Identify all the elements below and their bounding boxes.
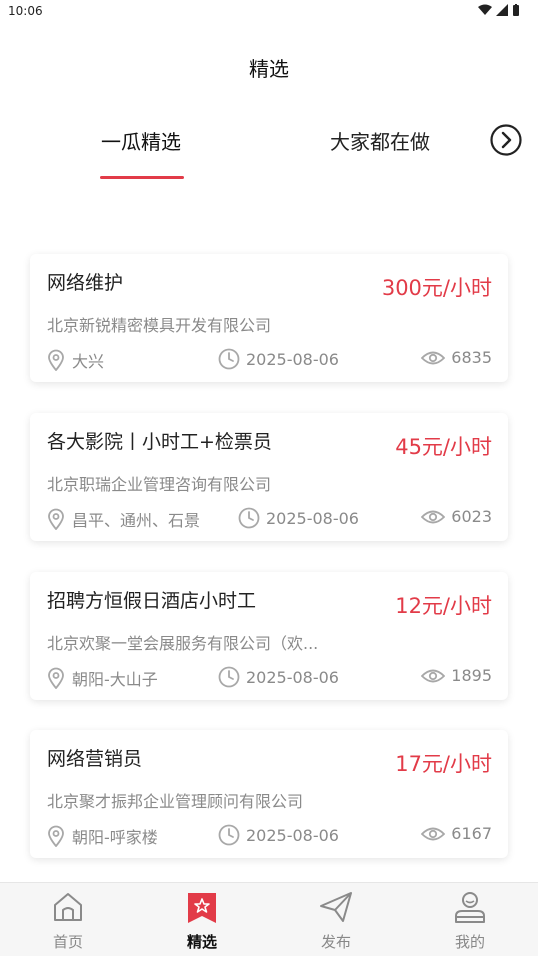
bottom-nav: 首页 精选 发布 我的 bbox=[0, 882, 538, 956]
job-date-text: 2025-08-06 bbox=[246, 825, 339, 845]
job-location-text: 朝阳-大山子 bbox=[72, 670, 158, 689]
job-title: 各大影院丨小时工+检票员 bbox=[47, 431, 272, 453]
job-views: 6835 bbox=[421, 348, 492, 367]
job-location: 昌平、通州、石景 bbox=[46, 507, 200, 531]
job-title: 网络营销员 bbox=[47, 748, 143, 770]
job-card[interactable]: 网络营销员 17元/小时 北京聚才振邦企业管理顾问有限公司 朝阳-呼家楼 202… bbox=[30, 730, 508, 858]
eye-icon bbox=[421, 827, 446, 840]
job-date: 2025-08-06 bbox=[218, 666, 339, 688]
job-views-text: 6835 bbox=[451, 348, 492, 367]
nav-home[interactable]: 首页 bbox=[28, 889, 108, 952]
job-price: 300元/小时 bbox=[381, 276, 492, 300]
location-icon bbox=[48, 508, 64, 530]
nav-featured[interactable]: 精选 bbox=[162, 889, 242, 952]
clock-icon bbox=[218, 666, 240, 688]
job-date: 2025-08-06 bbox=[218, 348, 339, 370]
eye-icon bbox=[421, 669, 446, 682]
job-location: 朝阳-呼家楼 bbox=[46, 824, 158, 848]
signal-icon bbox=[496, 4, 508, 16]
location-icon bbox=[48, 825, 64, 847]
job-location: 大兴 bbox=[46, 348, 104, 372]
battery-icon bbox=[513, 4, 519, 16]
job-location: 朝阳-大山子 bbox=[46, 666, 158, 690]
job-card[interactable]: 各大影院丨小时工+检票员 45元/小时 北京职瑞企业管理咨询有限公司 昌平、通州… bbox=[30, 413, 508, 541]
job-company: 北京聚才振邦企业管理顾问有限公司 bbox=[47, 792, 304, 811]
job-price: 45元/小时 bbox=[395, 435, 492, 459]
job-views-text: 6167 bbox=[451, 824, 492, 843]
tab-bar: 一瓜精选 大家都在做 bbox=[0, 104, 538, 184]
job-company: 北京新锐精密模具开发有限公司 bbox=[47, 316, 272, 335]
job-title: 招聘方恒假日酒店小时工 bbox=[47, 590, 257, 612]
clock-icon bbox=[218, 348, 240, 370]
nav-featured-label: 精选 bbox=[186, 933, 217, 951]
job-views: 6023 bbox=[421, 507, 492, 526]
job-date: 2025-08-06 bbox=[238, 507, 359, 529]
job-date-text: 2025-08-06 bbox=[266, 508, 359, 528]
page-title: 精选 bbox=[249, 57, 289, 81]
clock-icon bbox=[238, 507, 260, 529]
active-tab-indicator bbox=[100, 176, 184, 179]
job-location-text: 大兴 bbox=[72, 352, 105, 371]
job-card[interactable]: 招聘方恒假日酒店小时工 12元/小时 北京欢聚一堂会展服务有限公司（欢... 朝… bbox=[30, 572, 508, 700]
job-title: 网络维护 bbox=[47, 272, 124, 294]
status-icons bbox=[478, 4, 520, 16]
nav-home-label: 首页 bbox=[52, 933, 83, 951]
send-icon bbox=[320, 892, 352, 922]
tab-popular[interactable]: 大家都在做 bbox=[330, 126, 430, 155]
tab-featured[interactable]: 一瓜精选 bbox=[101, 126, 181, 155]
nav-post-label: 发布 bbox=[320, 933, 351, 951]
nav-mine-label: 我的 bbox=[454, 933, 485, 951]
job-date: 2025-08-06 bbox=[218, 824, 339, 846]
job-views-text: 1895 bbox=[451, 666, 492, 685]
home-icon bbox=[54, 893, 82, 921]
eye-icon bbox=[421, 510, 446, 523]
job-date-text: 2025-08-06 bbox=[246, 349, 339, 369]
status-bar: 10:06 bbox=[0, 0, 538, 24]
job-company: 北京职瑞企业管理咨询有限公司 bbox=[47, 475, 272, 494]
job-list: 网络维护 300元/小时 北京新锐精密模具开发有限公司 大兴 2025-08-0… bbox=[0, 184, 538, 882]
job-price: 12元/小时 bbox=[395, 594, 492, 618]
job-card[interactable]: 网络维护 300元/小时 北京新锐精密模具开发有限公司 大兴 2025-08-0… bbox=[30, 254, 508, 382]
clock-icon bbox=[218, 824, 240, 846]
job-company: 北京欢聚一堂会展服务有限公司（欢... bbox=[47, 634, 319, 653]
nav-post[interactable]: 发布 bbox=[296, 889, 376, 952]
eye-icon bbox=[421, 351, 446, 364]
job-views: 6167 bbox=[421, 824, 492, 843]
user-icon bbox=[455, 892, 485, 923]
nav-mine[interactable]: 我的 bbox=[430, 889, 510, 952]
location-icon bbox=[48, 349, 64, 371]
job-location-text: 昌平、通州、石景 bbox=[72, 511, 201, 530]
chevron-right-icon[interactable] bbox=[490, 124, 522, 156]
star-icon bbox=[188, 893, 216, 923]
job-price: 17元/小时 bbox=[395, 752, 492, 776]
location-icon bbox=[48, 667, 64, 689]
job-location-text: 朝阳-呼家楼 bbox=[72, 828, 158, 847]
job-views-text: 6023 bbox=[451, 507, 492, 526]
wifi-icon bbox=[478, 4, 492, 15]
status-time: 10:06 bbox=[8, 4, 43, 18]
job-date-text: 2025-08-06 bbox=[246, 667, 339, 687]
job-views: 1895 bbox=[421, 666, 492, 685]
